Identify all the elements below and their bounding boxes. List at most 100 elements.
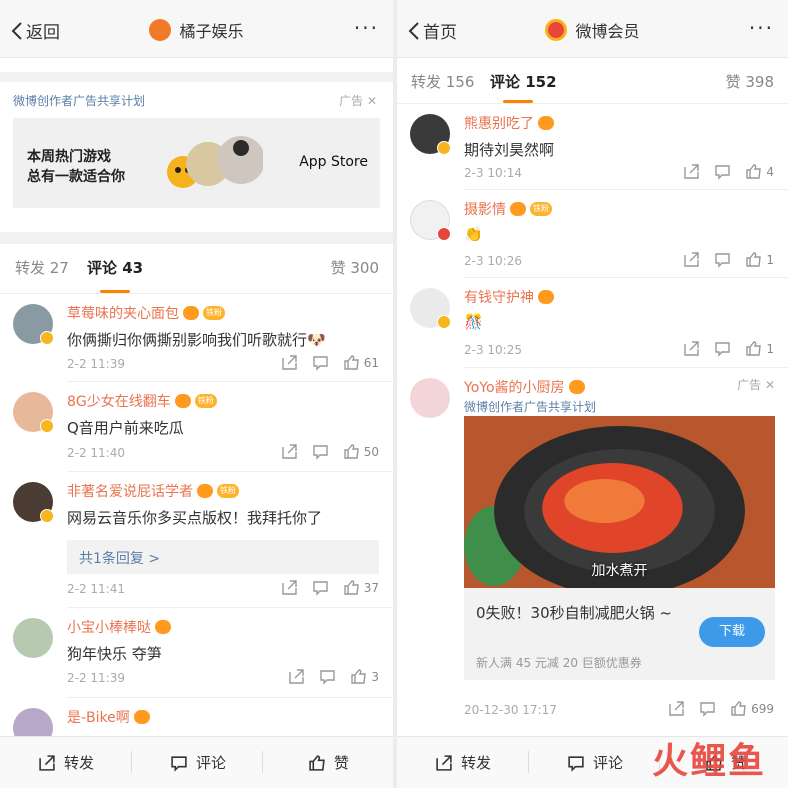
- author-name[interactable]: 草莓味的夹心面包: [67, 303, 179, 323]
- author-name[interactable]: 熊惠别吃了: [464, 113, 534, 133]
- ad-video[interactable]: 加水煮开: [464, 416, 775, 588]
- author-name[interactable]: YoYo酱的小厨房: [464, 377, 565, 397]
- tab-like[interactable]: 赞 398: [726, 71, 774, 92]
- share-icon: [39, 754, 55, 771]
- ad-banner[interactable]: 本周热门游戏 总有一款适合你 App Store: [13, 118, 380, 208]
- page-title-text: 微博会员: [575, 22, 640, 41]
- reply-button[interactable]: [699, 700, 716, 717]
- like-button[interactable]: 4: [745, 163, 774, 180]
- comment-author[interactable]: 有钱守护神: [464, 287, 554, 307]
- comment-item[interactable]: 熊惠别吃了 期待刘昊然啊 2-3 10:14 4: [397, 104, 788, 190]
- vip-crown-icon: [538, 116, 554, 130]
- comment-item[interactable]: 非著名爱说屁话学者 铁粉 网易云音乐你多买点版权！我拜托你了 共1条回复 > 2-…: [0, 472, 393, 608]
- comment-author[interactable]: 是-Bike啊: [67, 707, 150, 727]
- vip-crown-icon: [538, 290, 554, 304]
- comment-item[interactable]: 有钱守护神 🎊 2-3 10:25 1: [397, 278, 788, 368]
- comment-author[interactable]: 非著名爱说屁话学者 铁粉: [67, 481, 239, 501]
- comment-author[interactable]: 草莓味的夹心面包 铁粉: [67, 303, 225, 323]
- comment-author[interactable]: 熊惠别吃了: [464, 113, 554, 133]
- author-name[interactable]: 有钱守护神: [464, 287, 534, 307]
- reply-button[interactable]: [312, 579, 329, 596]
- share-button[interactable]: [683, 163, 700, 180]
- author-name[interactable]: 摄影情: [464, 199, 506, 219]
- comment-author[interactable]: 小宝小棒棒哒: [67, 617, 171, 637]
- reply-button[interactable]: [714, 251, 731, 268]
- comment-button[interactable]: 评论: [567, 752, 623, 773]
- author-name[interactable]: 非著名爱说屁话学者: [67, 481, 193, 501]
- comment-icon: [700, 702, 715, 717]
- share-icon: [289, 669, 305, 684]
- left-weibo-detail: 返回 橘子娱乐 ··· 微博创作者广告共享计划 广告 ✕ 本周热门游戏 总有一款…: [0, 0, 393, 788]
- like-count: 50: [363, 444, 379, 459]
- ad-info-card[interactable]: 0失败！30秒自制减肥火锅 ~ 新人满 45 元减 20 巨额优惠券 下载: [464, 588, 775, 680]
- comment-author[interactable]: 8G少女在线翻车 铁粉: [67, 391, 217, 411]
- like-count: 61: [363, 355, 379, 370]
- divider: [262, 751, 263, 773]
- like-button[interactable]: 1: [745, 251, 774, 268]
- comment-item[interactable]: 是-Bike啊: [0, 698, 393, 748]
- comment-author[interactable]: YoYo酱的小厨房: [464, 377, 585, 397]
- like-count: 3: [371, 669, 379, 684]
- share-button[interactable]: [683, 251, 700, 268]
- tab-comment[interactable]: 评论 43: [87, 257, 143, 278]
- tab-like[interactable]: 赞 300: [331, 257, 379, 278]
- watermark-logo: 火鲤鱼: [651, 741, 766, 782]
- share-button[interactable]: [288, 668, 305, 685]
- ad-close-button[interactable]: 广告 ✕: [737, 376, 775, 393]
- reply-button[interactable]: [714, 340, 731, 357]
- comment-text: 👏: [464, 225, 483, 243]
- share-button[interactable]: [281, 579, 298, 596]
- reply-button[interactable]: [312, 443, 329, 460]
- avatar[interactable]: [410, 378, 450, 418]
- thumbs-up-icon: [746, 252, 762, 267]
- repost-button[interactable]: 转发: [435, 752, 491, 773]
- fan-medal-badge: 铁粉: [530, 202, 552, 216]
- thumbs-up-icon: [344, 580, 359, 595]
- like-count: 1: [766, 341, 774, 356]
- download-button[interactable]: 下载: [699, 617, 765, 647]
- author-name[interactable]: 8G少女在线翻车: [67, 391, 171, 411]
- comment-item[interactable]: 小宝小棒棒哒 狗年快乐 夺笋 2-2 11:39 3: [0, 608, 393, 698]
- comment-author[interactable]: 摄影情 铁粉: [464, 199, 552, 219]
- thumbs-up-icon: [746, 341, 762, 356]
- fan-medal-badge: 铁粉: [194, 394, 217, 408]
- ad-comment-item[interactable]: YoYo酱的小厨房 广告 ✕ 微博创作者广告共享计划 加水煮开 0失败！30秒自…: [397, 368, 788, 730]
- like-button[interactable]: 50: [343, 443, 379, 460]
- comment-icon: [715, 342, 731, 357]
- ad-program-label[interactable]: 微博创作者广告共享计划: [13, 92, 145, 109]
- like-button[interactable]: 赞: [308, 752, 349, 773]
- more-menu-button[interactable]: ···: [749, 16, 774, 40]
- comment-item[interactable]: 8G少女在线翻车 铁粉 Q音用户前来吃瓜 2-2 11:40 50: [0, 382, 393, 472]
- author-name[interactable]: 小宝小棒棒哒: [67, 617, 151, 637]
- reply-button[interactable]: [312, 354, 329, 371]
- author-name[interactable]: 是-Bike啊: [67, 707, 130, 727]
- share-button[interactable]: [668, 700, 685, 717]
- repost-button[interactable]: 转发: [38, 752, 94, 773]
- tab-repost[interactable]: 转发 156: [411, 71, 474, 92]
- share-button[interactable]: [281, 443, 298, 460]
- thumbs-up-icon: [746, 164, 762, 179]
- like-button[interactable]: 61: [343, 354, 379, 371]
- ad-close-button[interactable]: 广告 ✕: [339, 92, 377, 109]
- reply-button[interactable]: [714, 163, 731, 180]
- like-button[interactable]: 1: [745, 340, 774, 357]
- like-button[interactable]: 699: [730, 700, 774, 717]
- tab-repost[interactable]: 转发 27: [15, 257, 69, 278]
- ad-card[interactable]: 微博创作者广告共享计划 广告 ✕ 本周热门游戏 总有一款适合你 App Stor…: [0, 82, 393, 232]
- like-button[interactable]: 37: [343, 579, 379, 596]
- comment-icon: [313, 445, 328, 460]
- comment-item[interactable]: 草莓味的夹心面包 铁粉 你俩撕归你俩撕别影响我们听歌就行🐶 2-2 11:39 6…: [0, 294, 393, 382]
- reply-button[interactable]: [319, 668, 336, 685]
- more-menu-button[interactable]: ···: [354, 16, 379, 40]
- tab-comment[interactable]: 评论 152: [490, 71, 557, 92]
- avatar[interactable]: [13, 618, 53, 658]
- comment-button[interactable]: 评论: [170, 752, 226, 773]
- like-button[interactable]: 3: [350, 668, 379, 685]
- thumbs-up-icon: [344, 444, 359, 459]
- ad-program-label[interactable]: 微博创作者广告共享计划: [464, 398, 596, 415]
- share-button[interactable]: [683, 340, 700, 357]
- share-button[interactable]: [281, 354, 298, 371]
- view-replies-link[interactable]: 共1条回复 >: [67, 540, 379, 574]
- comment-item[interactable]: 摄影情 铁粉 👏 2-3 10:26 1: [397, 190, 788, 278]
- vip-crown-icon: [183, 306, 199, 320]
